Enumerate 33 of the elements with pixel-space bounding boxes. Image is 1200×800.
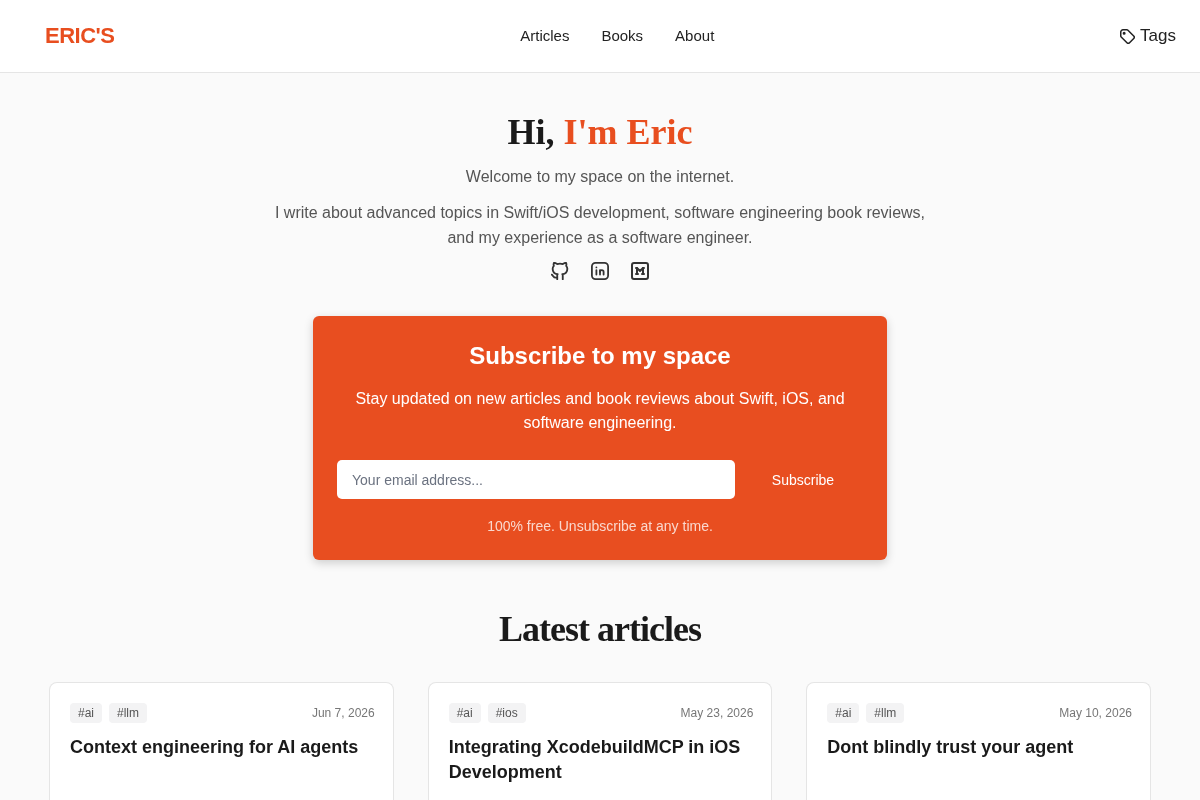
tags-link[interactable]: Tags — [1120, 25, 1176, 47]
tag-chip[interactable]: #llm — [866, 703, 905, 723]
email-field[interactable]: Your email address... — [337, 460, 735, 499]
github-icon[interactable] — [551, 262, 569, 280]
welcome-text: Welcome to my space on the internet. — [465, 167, 735, 187]
article-date: May 23, 2026 — [680, 706, 754, 720]
article-title: Integrating XcodebuildMCP in iOS Development — [448, 736, 742, 784]
subscribe-button[interactable]: Subscribe — [743, 460, 863, 499]
tag-chip[interactable]: #ai — [448, 703, 481, 723]
article-title: Dont blindly trust your agent — [827, 736, 1075, 759]
article-card[interactable]: #ai #llm Jun 7, 2026 Context engineering for AI agents — [49, 682, 394, 800]
nav-link[interactable]: About — [675, 26, 715, 46]
tag-chip[interactable]: #ai — [827, 703, 860, 723]
article-card[interactable]: #ai #llm May 10, 2026 Dont blindly trust your agent — [806, 682, 1151, 800]
tag-chip[interactable]: #ai — [70, 703, 102, 723]
medium-icon[interactable] — [631, 262, 649, 280]
hero-heading: Hi, I'm Eric — [507, 111, 693, 154]
article-title: Context engineering for AI agents — [70, 736, 360, 759]
nav-link[interactable]: Books — [601, 26, 644, 46]
site-logo[interactable]: ERIC'S — [45, 25, 115, 47]
nav-link[interactable]: Articles — [520, 26, 570, 46]
subscribe-title: Subscribe to my space — [468, 341, 732, 371]
bio-text: I write about advanced topics in Swift/iOS development, software engineering book reviews, and my experience as a software engineer. — [273, 203, 927, 248]
tag-icon — [1120, 28, 1136, 44]
article-date: May 10, 2026 — [1059, 706, 1132, 720]
subscribe-description: Stay updated on new articles and book reviews about Swift, iOS, and software engineering. — [354, 389, 846, 433]
subscribe-note: 100% free. Unsubscribe at any time. — [486, 517, 714, 536]
tag-chip[interactable]: #ios — [487, 703, 526, 723]
tag-chip[interactable]: #llm — [109, 703, 148, 723]
article-card[interactable]: #ai #ios May 23, 2026 Integrating XcodebuildMCP in iOS Development — [427, 682, 773, 800]
article-date: Jun 7, 2026 — [311, 706, 375, 720]
section-heading: Latest articles — [498, 608, 702, 651]
linkedin-icon[interactable] — [591, 262, 609, 280]
